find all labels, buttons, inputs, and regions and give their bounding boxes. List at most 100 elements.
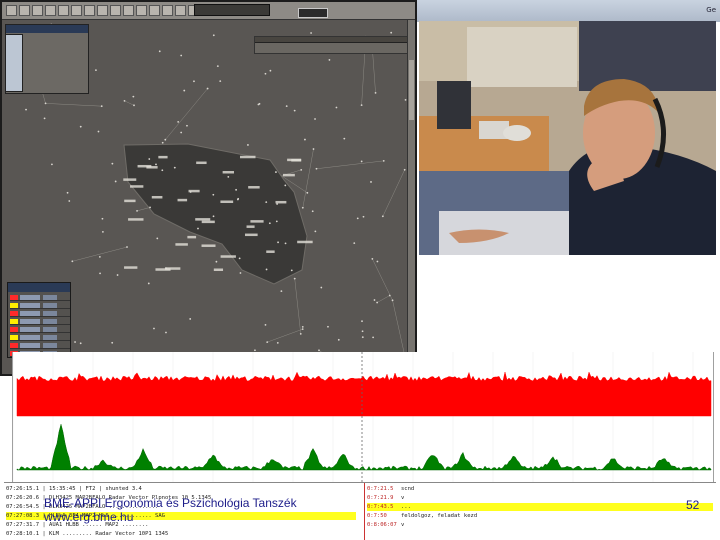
aircraft-label bbox=[151, 195, 163, 199]
log-right-row[interactable]: 0:7:21.9 v bbox=[367, 494, 713, 502]
waypoint-dot bbox=[237, 197, 240, 200]
waypoint-dot bbox=[310, 32, 312, 34]
waypoint-dot bbox=[318, 349, 320, 352]
waypoint-dot bbox=[114, 180, 117, 183]
waypoint-dot bbox=[320, 286, 323, 289]
flight-strip-status bbox=[10, 327, 18, 332]
waypoint-dot bbox=[123, 99, 126, 102]
flight-strip-panel[interactable] bbox=[7, 282, 71, 358]
waypoint-dot bbox=[327, 325, 329, 328]
left-side-toolbar[interactable] bbox=[5, 34, 23, 92]
waypoint-dot bbox=[161, 141, 164, 144]
waypoint-dot bbox=[376, 260, 379, 263]
waypoint-dot bbox=[301, 328, 304, 331]
waypoint-dot bbox=[183, 89, 186, 92]
waypoint-dot bbox=[268, 222, 271, 225]
airway-line bbox=[302, 149, 314, 208]
airway-line bbox=[316, 160, 384, 170]
flight-strip-row[interactable] bbox=[10, 342, 70, 349]
waypoint-dot bbox=[311, 210, 314, 213]
flight-strip-row[interactable] bbox=[10, 294, 70, 301]
log-row[interactable]: 07:26:15.1 | 15:35:45 | FT2 | shunted 3.… bbox=[6, 485, 356, 493]
waypoint-dot bbox=[275, 220, 278, 223]
waypoint-dot bbox=[277, 241, 279, 244]
waypoint-dot bbox=[381, 215, 384, 218]
flight-strip-level bbox=[43, 343, 57, 348]
flight-strip-level bbox=[43, 295, 57, 300]
waypoint-dot bbox=[373, 299, 376, 301]
log-right-row[interactable]: 0:7:43.5... bbox=[367, 503, 713, 511]
waypoint-dot bbox=[51, 163, 53, 166]
waypoint-dot bbox=[180, 54, 183, 57]
flight-strip-row[interactable] bbox=[10, 326, 70, 333]
waypoint-dot bbox=[186, 124, 188, 127]
waypoint-dot bbox=[116, 274, 119, 276]
waypoint-dot bbox=[376, 301, 379, 304]
waypoint-dot bbox=[239, 272, 242, 274]
waypoint-dot bbox=[356, 217, 359, 220]
red-series-area bbox=[16, 371, 712, 417]
waypoint-dot bbox=[156, 237, 159, 240]
radar-scrollbar[interactable] bbox=[407, 20, 415, 374]
waypoint-dot bbox=[212, 193, 215, 196]
waypoint-dot bbox=[361, 320, 363, 323]
flight-strip-callsign bbox=[20, 295, 40, 300]
radar-display-window[interactable] bbox=[0, 0, 417, 376]
flight-strip-row[interactable] bbox=[10, 302, 70, 309]
waypoint-dot bbox=[161, 169, 164, 172]
footer-url[interactable]: www.erg.bme.hu bbox=[44, 510, 297, 524]
waypoint-dot bbox=[95, 69, 97, 72]
flight-strip-callsign bbox=[20, 335, 40, 340]
waypoint-dot bbox=[74, 341, 76, 343]
log-text: v bbox=[401, 522, 405, 528]
log-right-row[interactable]: 0:7:21.5 scnd bbox=[367, 485, 713, 493]
top-right-panel[interactable] bbox=[254, 36, 409, 54]
waypoint-dot bbox=[238, 257, 241, 260]
flight-strip-callsign bbox=[20, 319, 40, 324]
waypoint-dot bbox=[147, 282, 150, 285]
airspace-sector bbox=[123, 143, 308, 285]
waypoint-dot bbox=[372, 336, 375, 339]
log-right-row[interactable]: 0:7:50 feldolgoz, feladat kezd bbox=[367, 512, 713, 520]
flight-strip-level bbox=[43, 319, 57, 324]
waypoint-dot bbox=[276, 342, 279, 344]
radar-scrollbar-thumb[interactable] bbox=[409, 60, 414, 120]
flight-strip-callsign bbox=[20, 343, 40, 348]
aircraft-label bbox=[155, 268, 171, 271]
waypoint-dot bbox=[266, 341, 269, 344]
slide-number: 52 bbox=[686, 498, 700, 512]
flight-strip-row[interactable] bbox=[10, 310, 70, 317]
flight-strip-status bbox=[10, 343, 18, 348]
waypoint-dot bbox=[374, 91, 377, 94]
aircraft-label bbox=[213, 268, 224, 271]
flight-strip-row[interactable] bbox=[10, 318, 70, 325]
operator-photo bbox=[419, 21, 716, 255]
top-strip-label: Ge bbox=[706, 6, 716, 14]
airway-line bbox=[136, 207, 151, 212]
waypoint-dot bbox=[212, 34, 215, 37]
waypoint-dot bbox=[101, 217, 104, 220]
waypoint-dot bbox=[197, 227, 199, 230]
log-row[interactable]: 07:28:10.1 | KLM ......... Radar Vector … bbox=[6, 530, 356, 538]
waypoint-dot bbox=[284, 242, 287, 245]
waypoint-dot bbox=[111, 341, 114, 344]
waypoint-dot bbox=[44, 102, 47, 105]
waypoint-dot bbox=[258, 102, 261, 105]
waypoint-dot bbox=[299, 332, 302, 335]
waypoint-dot bbox=[180, 131, 183, 134]
log-right-row[interactable]: 0:8:06:07 v bbox=[367, 521, 713, 529]
airway-line bbox=[382, 169, 405, 217]
aircraft-label bbox=[188, 189, 200, 193]
waypoint-dot bbox=[328, 59, 331, 61]
log-text: feldolgoz, feladat kezd bbox=[401, 513, 478, 519]
event-log-right: 0:7:21.5 scnd 0:7:21.9 v 0:7:43.5... 0:7:50 fe… bbox=[364, 483, 716, 540]
flight-strip-row[interactable] bbox=[10, 334, 70, 341]
waypoint-dot bbox=[390, 31, 393, 34]
aircraft-label bbox=[123, 178, 137, 181]
aircraft-label bbox=[297, 240, 313, 244]
waypoint-dot bbox=[126, 246, 128, 248]
waypoint-dot bbox=[25, 108, 27, 111]
log-time: 0:7:21.9 bbox=[367, 495, 394, 501]
aircraft-label bbox=[246, 225, 255, 228]
flight-strip-level bbox=[43, 303, 57, 308]
